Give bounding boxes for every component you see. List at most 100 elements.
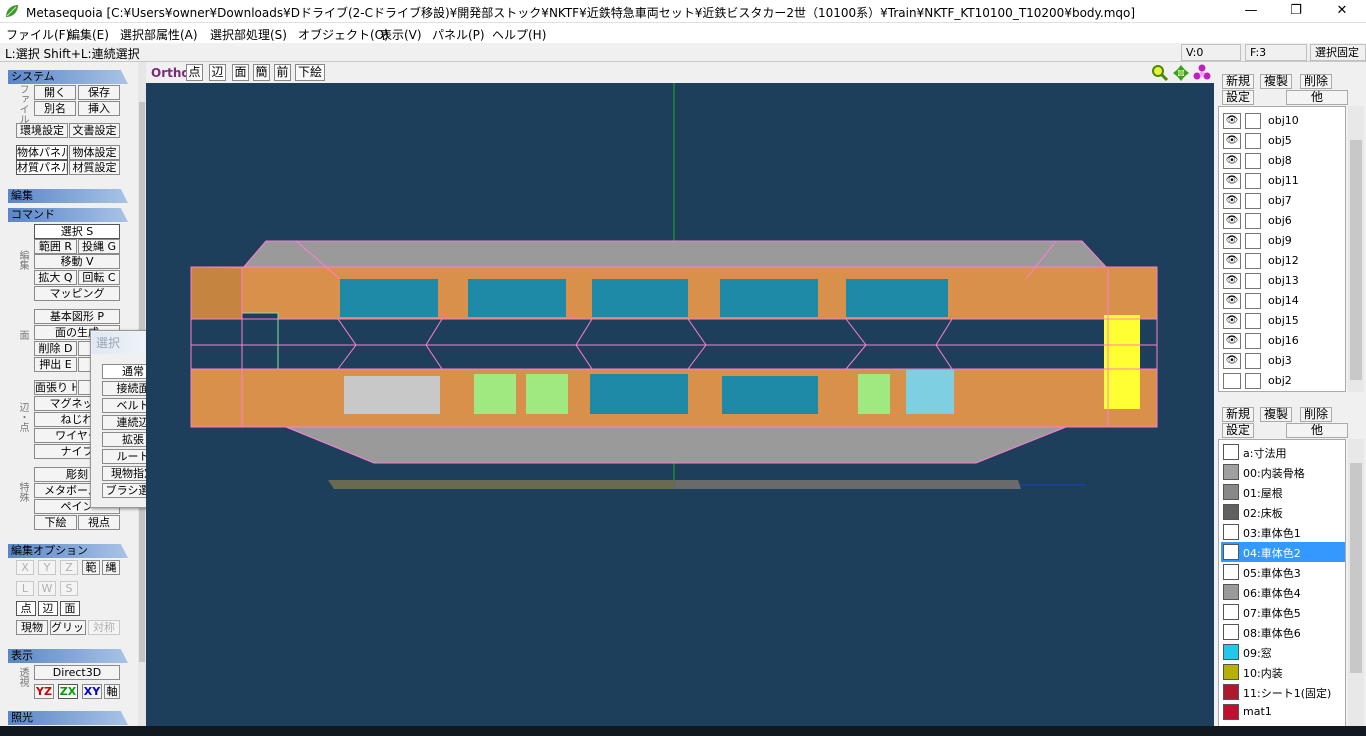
underlay-toggle[interactable]: 下絵 (295, 64, 325, 81)
menu-sel-proc[interactable]: 選択部処理(S) (210, 26, 287, 43)
lock-y-toggle[interactable]: Y (38, 560, 56, 575)
object-panel-toggle[interactable]: 物体パネル (16, 145, 68, 160)
menu-file[interactable]: ファイル(F) (6, 26, 70, 43)
delete-tool-button[interactable]: 削除 D (34, 341, 77, 356)
visibility-eye-icon[interactable]: 👁 (1223, 233, 1241, 249)
stretch-tool-button[interactable]: 面張り H (34, 380, 77, 395)
material-swatch[interactable] (1223, 704, 1239, 720)
show-points-toggle[interactable]: 点 (186, 64, 203, 81)
menu-view[interactable]: 表示(V) (380, 26, 422, 43)
material-row[interactable]: 11:シート1(固定) (1221, 682, 1345, 702)
view-zx-button[interactable]: ZX (58, 684, 78, 699)
renderer-button[interactable]: Direct3D (34, 665, 120, 680)
view-yz-button[interactable]: YZ (34, 684, 54, 699)
lock-toggle-icon[interactable] (1245, 313, 1261, 329)
material-swatch[interactable] (1223, 524, 1239, 540)
view-tool-button[interactable]: 視点 (78, 515, 120, 530)
visibility-eye-icon[interactable]: 👁 (1223, 173, 1241, 189)
material-swatch[interactable] (1223, 604, 1239, 620)
object-row[interactable]: obj2 (1221, 371, 1345, 391)
material-swatch[interactable] (1223, 444, 1239, 460)
visibility-eye-icon[interactable]: 👁 (1223, 293, 1241, 309)
material-new-button[interactable]: 新規 (1222, 407, 1254, 422)
material-row[interactable]: 10:内装 (1221, 662, 1345, 682)
front-toggle[interactable]: 前 (274, 64, 291, 81)
screen-toggle[interactable]: S (60, 581, 78, 596)
material-other-button[interactable]: 他 (1286, 423, 1348, 438)
point-mode-toggle[interactable]: 点 (16, 601, 36, 616)
material-swatch[interactable] (1223, 564, 1239, 580)
move-arrows-icon[interactable] (1172, 64, 1190, 82)
selection-lock-button[interactable]: 選択固定 (1310, 44, 1366, 61)
face-mode-toggle[interactable]: 面 (60, 601, 80, 616)
basic-shape-button[interactable]: 基本図形 P (34, 309, 120, 324)
material-delete-button[interactable]: 削除 (1300, 407, 1332, 422)
minimize-button[interactable]: — (1228, 0, 1274, 23)
axis-toggle[interactable]: 軸 (104, 684, 120, 699)
menu-sel-attr[interactable]: 選択部属性(A) (120, 26, 198, 43)
system-header[interactable]: システム (8, 70, 128, 84)
lock-toggle-icon[interactable] (1245, 353, 1261, 369)
lock-toggle-icon[interactable] (1245, 153, 1261, 169)
lasso-option-toggle[interactable]: 縄 (102, 560, 120, 575)
underlay-tool-button[interactable]: 下絵 (34, 515, 77, 530)
lock-z-toggle[interactable]: Z (60, 560, 78, 575)
lock-toggle-icon[interactable] (1245, 373, 1261, 389)
lock-x-toggle[interactable]: X (16, 560, 34, 575)
rotate-tool-button[interactable]: 回転 C (78, 270, 120, 285)
material-row[interactable]: mat1 (1221, 702, 1345, 722)
material-settings-button[interactable]: 材質設定 (69, 160, 120, 175)
3d-viewport[interactable] (146, 83, 1214, 726)
object-settings-button[interactable]: 物体設定 (69, 145, 120, 160)
lasso-tool-button[interactable]: 投縄 G (78, 239, 120, 254)
material-row[interactable]: 07:車体色5 (1221, 602, 1345, 622)
range-option-toggle[interactable]: 範 (82, 560, 100, 575)
scale-tool-button[interactable]: 拡大 Q (34, 270, 77, 285)
move-tool-button[interactable]: 移動 V (34, 254, 120, 269)
object-new-button[interactable]: 新規 (1222, 74, 1254, 89)
material-duplicate-button[interactable]: 複製 (1260, 407, 1292, 422)
object-row[interactable]: 👁 obj13 (1221, 271, 1345, 291)
lock-toggle-icon[interactable] (1245, 253, 1261, 269)
magnifier-icon[interactable] (1151, 64, 1169, 82)
material-row[interactable]: 00:内装骨格 (1221, 462, 1345, 482)
visibility-eye-icon[interactable]: 👁 (1223, 113, 1241, 129)
object-other-button[interactable]: 他 (1286, 90, 1348, 105)
visibility-eye-icon[interactable]: 👁 (1223, 313, 1241, 329)
mapping-tool-button[interactable]: マッピング (34, 286, 120, 301)
local-toggle[interactable]: L (16, 581, 34, 596)
visibility-eye-icon[interactable]: 👁 (1223, 273, 1241, 289)
lock-toggle-icon[interactable] (1245, 293, 1261, 309)
view-xy-button[interactable]: XY (82, 684, 102, 699)
material-row[interactable]: 06:車体色4 (1221, 582, 1345, 602)
material-row[interactable]: 09:窓 (1221, 642, 1345, 662)
grid-toggle[interactable]: グリッド (50, 620, 86, 635)
visibility-eye-icon[interactable]: 👁 (1223, 213, 1241, 229)
edit-header[interactable]: 編集 (8, 189, 128, 203)
object-delete-button[interactable]: 削除 (1300, 74, 1332, 89)
object-list[interactable]: 👁 obj10 👁 obj5 👁 obj8 👁 obj11 👁 obj7 👁 obj6 👁 obj9 👁 ob… (1218, 106, 1346, 392)
train-model-view[interactable] (146, 83, 1214, 726)
visibility-eye-icon[interactable]: 👁 (1223, 353, 1241, 369)
save-as-button[interactable]: 別名 (34, 101, 76, 116)
material-row[interactable]: 05:車体色3 (1221, 562, 1345, 582)
extrude-tool-button[interactable]: 押出 E (34, 357, 77, 372)
object-duplicate-button[interactable]: 複製 (1260, 74, 1292, 89)
menu-help[interactable]: ヘルプ(H) (492, 26, 546, 43)
object-row[interactable]: 👁 obj11 (1221, 171, 1345, 191)
display-header[interactable]: 表示 (8, 649, 128, 663)
lock-toggle-icon[interactable] (1245, 133, 1261, 149)
lock-toggle-icon[interactable] (1245, 173, 1261, 189)
show-faces-toggle[interactable]: 面 (232, 64, 249, 81)
material-list-scrollbar[interactable] (1348, 439, 1364, 729)
world-toggle[interactable]: W (38, 581, 56, 596)
select-tool-button[interactable]: 選択 S (34, 224, 120, 239)
menu-panel[interactable]: パネル(P) (432, 26, 485, 43)
material-swatch[interactable] (1223, 684, 1239, 700)
close-button[interactable]: ✕ (1319, 0, 1365, 23)
menu-edit[interactable]: 編集(E) (68, 26, 109, 43)
material-swatch[interactable] (1223, 544, 1239, 560)
material-list[interactable]: a:寸法用 00:内装骨格 01:屋根 02:床板 03:車体色1 04:車体色2 05:車… (1218, 439, 1346, 729)
doc-settings-button[interactable]: 文書設定 (69, 123, 120, 138)
material-swatch[interactable] (1223, 484, 1239, 500)
